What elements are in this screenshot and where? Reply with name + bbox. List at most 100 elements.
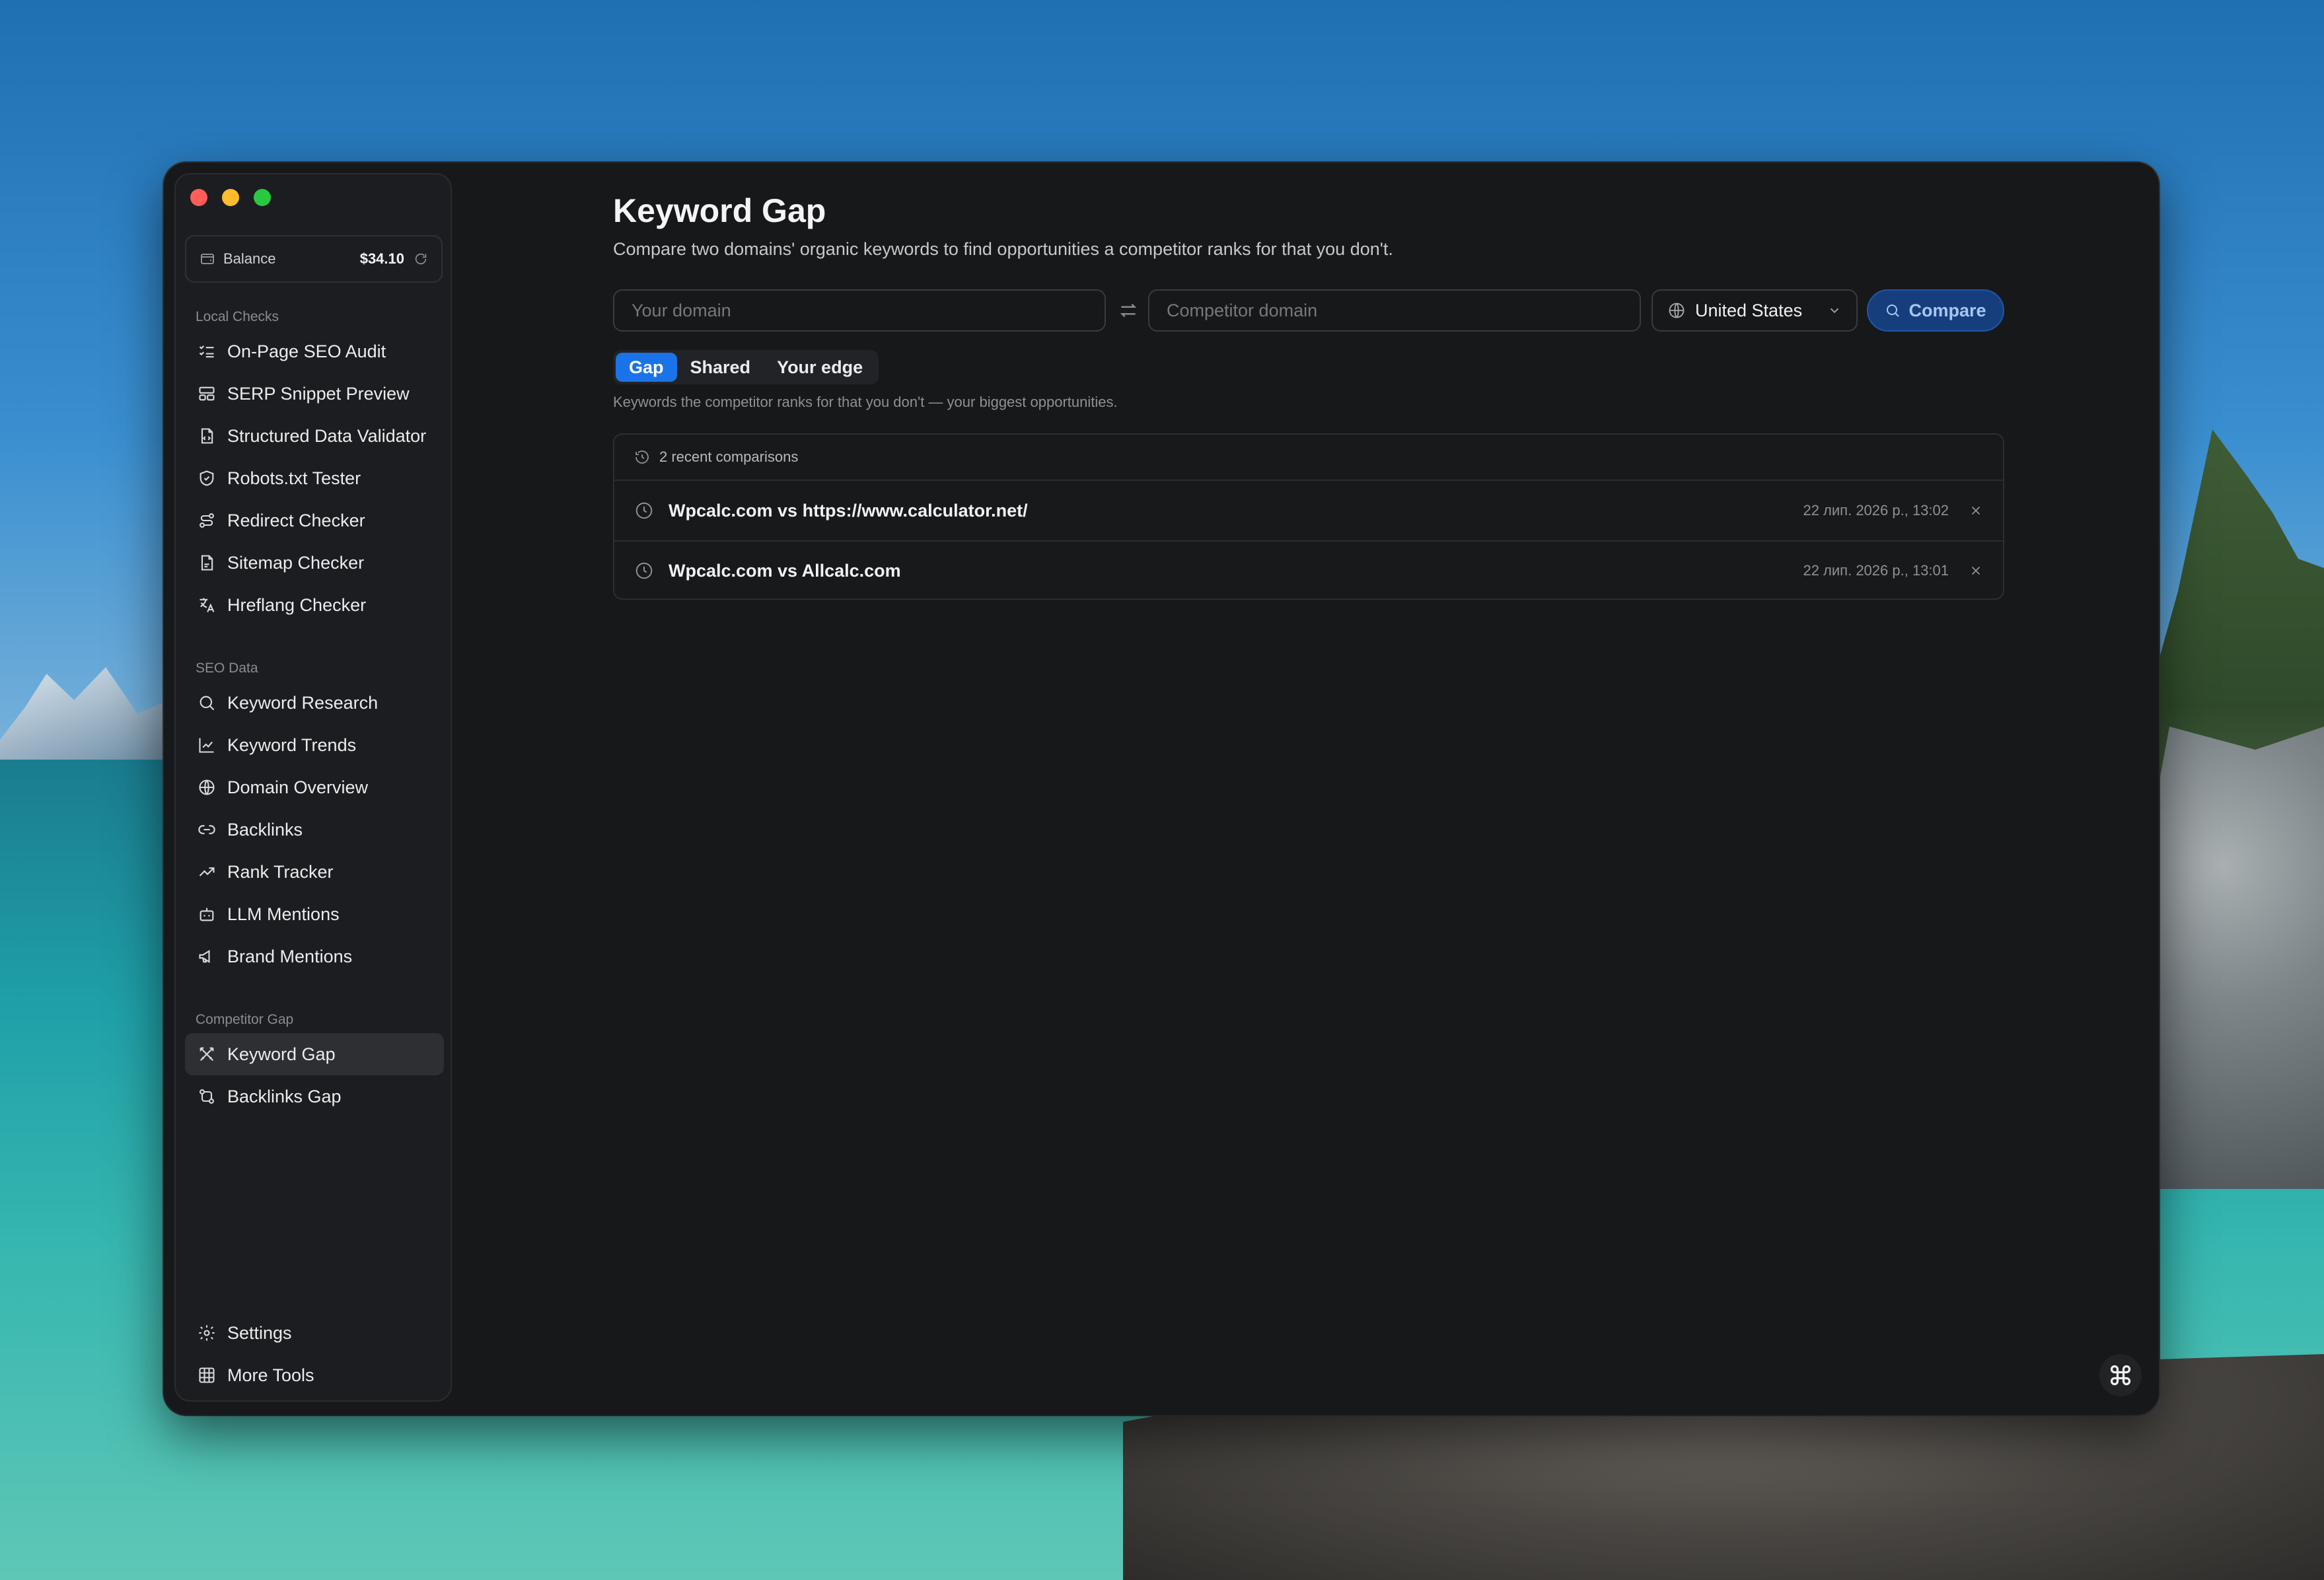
- recent-item-title: Wpcalc.com vs https://www.calculator.net…: [669, 500, 1028, 521]
- sidebar-item-label: Keyword Research: [227, 692, 379, 713]
- recent-count: 2 recent comparisons: [659, 449, 799, 465]
- layout-icon: [196, 382, 218, 405]
- sidebar-item-label: LLM Mentions: [227, 904, 340, 924]
- sidebar-item-structured-data-validator[interactable]: Structured Data Validator: [185, 415, 444, 457]
- gear-icon: [196, 1322, 218, 1344]
- git-compare-icon: [196, 1085, 218, 1108]
- sidebar-item-label: Structured Data Validator: [227, 425, 427, 446]
- sidebar-item-label: Redirect Checker: [227, 510, 365, 530]
- section-title: Local Checks: [196, 309, 279, 324]
- nav-section-competitor-gap: Competitor Gap Keyword Gap Backlinks Gap: [185, 1007, 444, 1118]
- compare-label: Compare: [1908, 300, 1986, 320]
- close-icon[interactable]: [1969, 503, 1983, 518]
- sidebar-item-keyword-trends[interactable]: Keyword Trends: [185, 724, 444, 766]
- sidebar-item-robots-txt-tester[interactable]: Robots.txt Tester: [185, 457, 444, 499]
- history-icon: [634, 449, 650, 465]
- recent-item[interactable]: Wpcalc.com vs Allcalc.com 22 лип. 2026 р…: [614, 540, 2003, 600]
- section-title: SEO Data: [196, 661, 258, 676]
- sidebar-item-brand-mentions[interactable]: Brand Mentions: [185, 935, 444, 978]
- sidebar-item-domain-overview[interactable]: Domain Overview: [185, 766, 444, 808]
- tab-shared[interactable]: Shared: [677, 353, 764, 382]
- translate-icon: [196, 594, 218, 616]
- sidebar-item-label: Domain Overview: [227, 777, 369, 797]
- sidebar-footer: Settings More Tools: [185, 1312, 444, 1396]
- sidebar-item-hreflang-checker[interactable]: Hreflang Checker: [185, 584, 444, 626]
- swap-icon[interactable]: [1116, 299, 1140, 322]
- sidebar-item-settings[interactable]: Settings: [185, 1312, 444, 1354]
- sidebar-item-label: Settings: [227, 1322, 292, 1343]
- sidebar-item-label: Hreflang Checker: [227, 594, 367, 615]
- line-chart-icon: [196, 734, 218, 756]
- sidebar-item-label: Robots.txt Tester: [227, 468, 361, 488]
- swords-icon: [196, 1043, 218, 1065]
- sidebar-item-label: Keyword Trends: [227, 735, 357, 755]
- main-content: Keyword Gap Compare two domains' organic…: [613, 162, 2040, 1415]
- sidebar-item-more-tools[interactable]: More Tools: [185, 1354, 444, 1396]
- wallpaper-rocks: [2152, 727, 2324, 1189]
- competitor-domain-input[interactable]: [1148, 289, 1641, 332]
- trending-up-icon: [196, 861, 218, 883]
- zoom-window-button[interactable]: [254, 189, 271, 206]
- page-subtitle: Compare two domains' organic keywords to…: [613, 239, 1393, 259]
- compare-button[interactable]: Compare: [1867, 289, 2004, 332]
- globe-icon: [1667, 301, 1686, 320]
- nav-section-local-checks: Local Checks On-Page SEO Audit SERP Snip…: [185, 304, 444, 626]
- command-button[interactable]: [2099, 1354, 2142, 1396]
- sidebar-item-backlinks[interactable]: Backlinks: [185, 808, 444, 851]
- recent-item-time: 22 лип. 2026 р., 13:01: [1803, 562, 1949, 579]
- sidebar-item-label: On-Page SEO Audit: [227, 341, 386, 361]
- file-code-icon: [196, 425, 218, 447]
- sidebar-item-on-page-seo-audit[interactable]: On-Page SEO Audit: [185, 330, 444, 373]
- shield-check-icon: [196, 467, 218, 489]
- file-map-icon: [196, 552, 218, 574]
- wallet-icon: [200, 251, 215, 267]
- route-icon: [196, 509, 218, 532]
- sidebar-item-label: Backlinks Gap: [227, 1086, 342, 1106]
- balance-value: $34.10: [359, 250, 404, 267]
- tab-your-edge[interactable]: Your edge: [764, 353, 876, 382]
- sidebar-item-label: Keyword Gap: [227, 1044, 336, 1064]
- recent-comparisons: 2 recent comparisons Wpcalc.com vs https…: [613, 433, 2004, 600]
- recent-header: 2 recent comparisons: [614, 435, 2003, 481]
- recent-item-title: Wpcalc.com vs Allcalc.com: [669, 560, 901, 581]
- sidebar-item-keyword-research[interactable]: Keyword Research: [185, 682, 444, 724]
- sidebar-item-label: Sitemap Checker: [227, 552, 365, 573]
- sidebar-item-keyword-gap[interactable]: Keyword Gap: [185, 1033, 444, 1075]
- link-icon: [196, 818, 218, 841]
- balance-card: Balance $34.10: [185, 235, 443, 283]
- command-icon: [2109, 1363, 2132, 1387]
- sidebar: Balance $34.10 Local Checks On-Page SEO …: [174, 173, 452, 1402]
- close-window-button[interactable]: [190, 189, 207, 206]
- close-icon[interactable]: [1969, 563, 1983, 578]
- nav-section-seo-data: SEO Data Keyword Research Keyword Trends…: [185, 655, 444, 978]
- search-icon: [196, 692, 218, 714]
- grid-icon: [196, 1364, 218, 1386]
- refresh-icon[interactable]: [414, 252, 428, 266]
- tab-gap[interactable]: Gap: [616, 353, 677, 382]
- checklist-icon: [196, 340, 218, 363]
- globe-icon: [196, 776, 218, 799]
- sidebar-item-redirect-checker[interactable]: Redirect Checker: [185, 499, 444, 542]
- your-domain-input[interactable]: [613, 289, 1106, 332]
- chevron-down-icon: [1827, 303, 1842, 318]
- sidebar-item-label: SERP Snippet Preview: [227, 383, 410, 404]
- country-select[interactable]: United States: [1652, 289, 1858, 332]
- search-icon: [1885, 303, 1901, 318]
- sidebar-item-backlinks-gap[interactable]: Backlinks Gap: [185, 1075, 444, 1118]
- megaphone-icon: [196, 945, 218, 968]
- sidebar-item-label: Brand Mentions: [227, 946, 353, 966]
- sidebar-item-llm-mentions[interactable]: LLM Mentions: [185, 893, 444, 935]
- section-title: Competitor Gap: [196, 1012, 294, 1027]
- window-controls: [190, 189, 271, 206]
- tab-description: Keywords the competitor ranks for that y…: [613, 394, 1118, 410]
- clock-icon: [634, 501, 654, 521]
- recent-item-time: 22 лип. 2026 р., 13:02: [1803, 502, 1949, 519]
- sidebar-item-serp-snippet-preview[interactable]: SERP Snippet Preview: [185, 373, 444, 415]
- recent-item[interactable]: Wpcalc.com vs https://www.calculator.net…: [614, 481, 2003, 540]
- sidebar-item-sitemap-checker[interactable]: Sitemap Checker: [185, 542, 444, 584]
- sidebar-item-label: Rank Tracker: [227, 861, 334, 882]
- bot-icon: [196, 903, 218, 925]
- sidebar-item-rank-tracker[interactable]: Rank Tracker: [185, 851, 444, 893]
- minimize-window-button[interactable]: [222, 189, 239, 206]
- result-tabs: Gap Shared Your edge: [613, 350, 879, 384]
